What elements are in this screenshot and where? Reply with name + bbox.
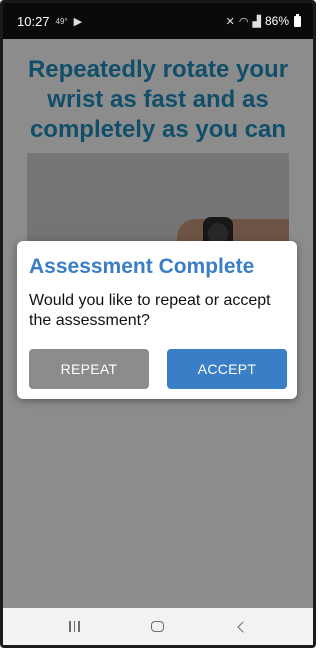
play-icon: ▶ [73,15,83,28]
accept-button[interactable]: ACCEPT [167,349,287,389]
recents-button[interactable] [55,612,95,642]
battery-icon [294,13,301,27]
phone-frame: 10:27 49° ▶ ✕ ◠ ▟ 86% Repeatedly rotate … [0,0,316,648]
back-button[interactable] [221,612,261,642]
repeat-button[interactable]: REPEAT [29,349,149,389]
battery-percent: 86% [264,14,289,28]
mute-icon: ✕ [225,15,235,28]
assessment-complete-dialog: Assessment Complete Would you like to re… [17,241,297,399]
dialog-title: Assessment Complete [29,255,255,278]
status-right: ✕ ◠ ▟ 86% [225,13,301,28]
status-bar: 10:27 49° ▶ ✕ ◠ ▟ 86% [3,3,313,39]
dialog-message: Would you like to repeat or accept the a… [29,292,271,329]
status-notification-text: 49° [55,16,68,26]
signal-icon: ▟ [252,15,261,28]
status-time: 10:27 [17,13,50,29]
home-button[interactable] [138,612,178,642]
back-icon [237,620,249,633]
home-icon [151,621,165,632]
status-left: 10:27 49° ▶ [17,14,82,29]
wifi-icon: ◠ [238,15,249,28]
navigation-bar [3,608,313,645]
recents-icon [69,621,81,632]
